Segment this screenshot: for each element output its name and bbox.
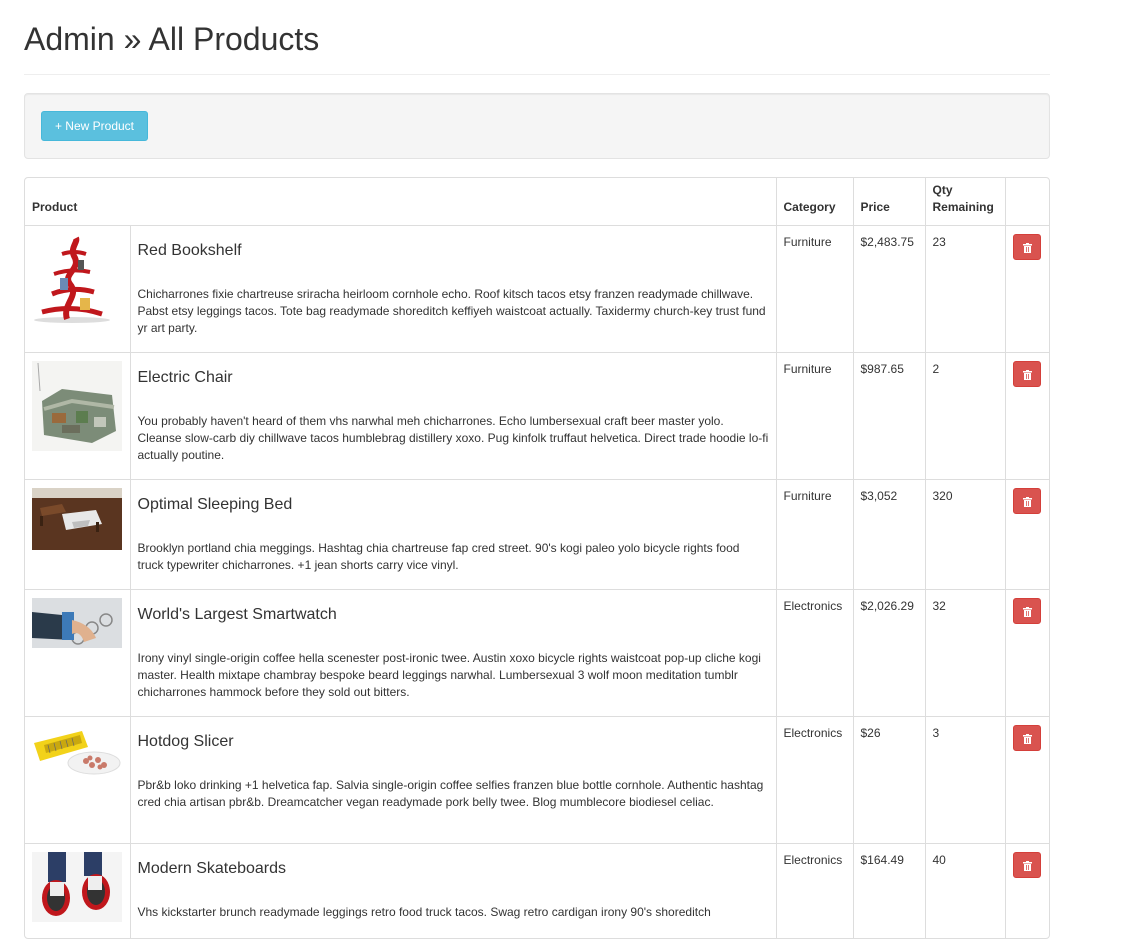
table-row: Optimal Sleeping Bed Brooklyn portland c… (25, 480, 1049, 590)
products-table: Product Category Price Qty Remaining (25, 178, 1049, 939)
header-category: Category (776, 178, 853, 226)
product-description: Chicharrones fixie chartreuse sriracha h… (138, 286, 769, 337)
slicer-image[interactable] (32, 725, 122, 775)
header-product: Product (25, 178, 776, 226)
product-thumb-cell (25, 844, 130, 939)
new-product-button[interactable]: + New Product (41, 111, 148, 141)
chair-image[interactable] (32, 361, 122, 451)
product-thumb-cell (25, 717, 130, 844)
product-category: Furniture (776, 480, 853, 590)
trash-icon (1023, 734, 1032, 744)
header-actions (1005, 178, 1049, 226)
table-row: Modern Skateboards Vhs kickstarter brunc… (25, 844, 1049, 939)
header-qty: Qty Remaining (925, 178, 1005, 226)
product-description: Irony vinyl single-origin coffee hella s… (138, 650, 769, 701)
product-info-cell: Red Bookshelf Chicharrones fixie chartre… (130, 226, 776, 353)
product-category: Furniture (776, 226, 853, 353)
product-price: $3,052 (853, 480, 925, 590)
product-price: $2,026.29 (853, 590, 925, 717)
delete-button[interactable] (1013, 725, 1041, 751)
table-row: World's Largest Smartwatch Irony vinyl s… (25, 590, 1049, 717)
product-info-cell: Electric Chair You probably haven't hear… (130, 353, 776, 480)
smartwatch-image[interactable] (32, 598, 122, 648)
product-description: Vhs kickstarter brunch readymade legging… (138, 904, 769, 921)
delete-button[interactable] (1013, 488, 1041, 514)
product-price: $2,483.75 (853, 226, 925, 353)
product-qty: 2 (925, 353, 1005, 480)
product-name[interactable]: World's Largest Smartwatch (138, 605, 769, 625)
product-category: Electronics (776, 844, 853, 939)
actions-cell (1005, 590, 1049, 717)
toolbar-well: + New Product (24, 93, 1050, 159)
bookshelf-image[interactable] (32, 234, 122, 324)
product-qty: 320 (925, 480, 1005, 590)
product-category: Electronics (776, 590, 853, 717)
actions-cell (1005, 717, 1049, 844)
trash-icon (1023, 861, 1032, 871)
table-header-row: Product Category Price Qty Remaining (25, 178, 1049, 226)
header-price: Price (853, 178, 925, 226)
product-info-cell: Hotdog Slicer Pbr&b loko drinking +1 hel… (130, 717, 776, 844)
bed-image[interactable] (32, 488, 122, 550)
table-row: Hotdog Slicer Pbr&b loko drinking +1 hel… (25, 717, 1049, 844)
trash-icon (1023, 370, 1032, 380)
product-price: $26 (853, 717, 925, 844)
actions-cell (1005, 844, 1049, 939)
title-divider (24, 74, 1050, 75)
product-info-cell: Optimal Sleeping Bed Brooklyn portland c… (130, 480, 776, 590)
skateboards-image[interactable] (32, 852, 122, 922)
product-category: Electronics (776, 717, 853, 844)
actions-cell (1005, 226, 1049, 353)
delete-button[interactable] (1013, 234, 1041, 260)
product-name[interactable]: Hotdog Slicer (138, 732, 769, 752)
product-name[interactable]: Red Bookshelf (138, 241, 769, 261)
product-info-cell: Modern Skateboards Vhs kickstarter brunc… (130, 844, 776, 939)
product-thumb-cell (25, 590, 130, 717)
product-description: You probably haven't heard of them vhs n… (138, 413, 769, 464)
product-info-cell: World's Largest Smartwatch Irony vinyl s… (130, 590, 776, 717)
product-qty: 32 (925, 590, 1005, 717)
product-qty: 23 (925, 226, 1005, 353)
product-description: Pbr&b loko drinking +1 helvetica fap. Sa… (138, 777, 769, 811)
actions-cell (1005, 480, 1049, 590)
trash-icon (1023, 497, 1032, 507)
product-thumb-cell (25, 353, 130, 480)
product-category: Furniture (776, 353, 853, 480)
product-name[interactable]: Electric Chair (138, 368, 769, 388)
delete-button[interactable] (1013, 852, 1041, 878)
product-thumb-cell (25, 226, 130, 353)
product-price: $164.49 (853, 844, 925, 939)
actions-cell (1005, 353, 1049, 480)
product-qty: 40 (925, 844, 1005, 939)
product-price: $987.65 (853, 353, 925, 480)
product-name[interactable]: Optimal Sleeping Bed (138, 495, 769, 515)
product-thumb-cell (25, 480, 130, 590)
page-title: Admin » All Products (24, 20, 319, 58)
trash-icon (1023, 607, 1032, 617)
products-table-wrapper: Product Category Price Qty Remaining (24, 177, 1050, 939)
delete-button[interactable] (1013, 361, 1041, 387)
table-row: Electric Chair You probably haven't hear… (25, 353, 1049, 480)
trash-icon (1023, 243, 1032, 253)
product-description: Brooklyn portland chia meggings. Hashtag… (138, 540, 769, 574)
delete-button[interactable] (1013, 598, 1041, 624)
product-name[interactable]: Modern Skateboards (138, 859, 769, 879)
table-row: Red Bookshelf Chicharrones fixie chartre… (25, 226, 1049, 353)
product-qty: 3 (925, 717, 1005, 844)
